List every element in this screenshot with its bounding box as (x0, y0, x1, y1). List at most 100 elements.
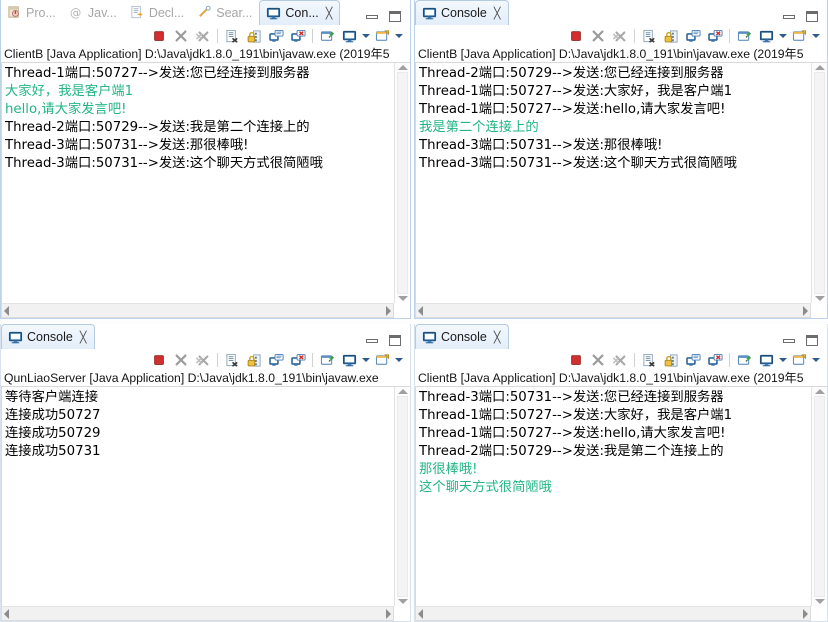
vertical-sash[interactable] (411, 0, 414, 622)
tab-console[interactable]: Console ╳ (1, 324, 95, 349)
vertical-scrollbar[interactable] (394, 63, 410, 303)
open-console-icon[interactable] (788, 350, 810, 370)
open-console-dropdown-icon[interactable] (810, 26, 821, 46)
open-console-dropdown-icon[interactable] (393, 26, 404, 46)
terminate-icon[interactable] (565, 350, 587, 370)
scroll-lock-icon[interactable] (243, 26, 265, 46)
minimize-button[interactable] (366, 335, 378, 346)
remove-launch-icon[interactable] (170, 26, 192, 46)
display-selected-console-dropdown-icon[interactable] (360, 26, 371, 46)
tab-console[interactable]: Con... ╳ (259, 0, 341, 25)
console-output-top-right[interactable]: Thread-2端口:50729-->发送:您已经连接到服务器 Thread-1… (416, 63, 811, 303)
scroll-right-icon[interactable] (803, 608, 808, 619)
open-console-dropdown-icon[interactable] (393, 350, 404, 370)
close-icon[interactable]: ╳ (494, 331, 501, 344)
display-selected-console-icon[interactable] (338, 26, 360, 46)
remove-all-terminated-icon[interactable] (192, 26, 214, 46)
open-console-icon[interactable] (371, 350, 393, 370)
maximize-button[interactable] (389, 335, 401, 346)
show-console-on-error-icon[interactable] (704, 26, 726, 46)
scroll-down-icon[interactable] (397, 296, 408, 301)
horizontal-scrollbar[interactable] (1, 606, 394, 621)
remove-launch-icon[interactable] (587, 26, 609, 46)
remove-all-terminated-icon[interactable] (192, 350, 214, 370)
scroll-left-icon[interactable] (4, 305, 9, 316)
scroll-left-icon[interactable] (418, 305, 423, 316)
scroll-left-icon[interactable] (4, 608, 9, 619)
scroll-up-icon[interactable] (814, 389, 825, 394)
display-selected-console-dropdown-icon[interactable] (360, 350, 371, 370)
scroll-track[interactable] (397, 72, 408, 294)
clear-console-icon[interactable] (221, 26, 243, 46)
display-selected-console-icon[interactable] (338, 350, 360, 370)
scroll-track[interactable] (814, 72, 825, 294)
close-icon[interactable]: ╳ (494, 7, 501, 20)
scroll-left-icon[interactable] (418, 608, 423, 619)
show-console-on-output-icon[interactable] (265, 26, 287, 46)
close-icon[interactable]: ╳ (80, 331, 87, 344)
close-icon[interactable]: ╳ (326, 7, 333, 20)
remove-launch-icon[interactable] (587, 350, 609, 370)
scroll-lock-icon[interactable] (660, 26, 682, 46)
minimize-button[interactable] (783, 335, 795, 346)
tab-search[interactable]: Sear... (191, 0, 259, 25)
horizontal-scrollbar[interactable] (415, 303, 811, 318)
minimize-button[interactable] (366, 11, 378, 22)
scroll-down-icon[interactable] (397, 599, 408, 604)
scroll-lock-icon[interactable] (660, 350, 682, 370)
scroll-right-icon[interactable] (803, 305, 808, 316)
terminate-icon[interactable] (148, 350, 170, 370)
minimize-button[interactable] (783, 11, 795, 22)
scroll-up-icon[interactable] (397, 389, 408, 394)
tab-declaration[interactable]: Decl... (124, 0, 191, 25)
horizontal-scrollbar[interactable] (1, 303, 394, 318)
vertical-scrollbar[interactable] (811, 63, 827, 303)
scroll-up-icon[interactable] (814, 65, 825, 70)
console-output-bottom-left[interactable]: 等待客户端连接 连接成功50727 连接成功50729 连接成功50731 (2, 387, 394, 606)
scroll-down-icon[interactable] (814, 599, 825, 604)
vertical-scrollbar[interactable] (394, 387, 410, 606)
open-console-icon[interactable] (371, 26, 393, 46)
scroll-track[interactable] (814, 396, 825, 597)
pin-console-icon[interactable] (733, 350, 755, 370)
display-selected-console-dropdown-icon[interactable] (777, 350, 788, 370)
display-selected-console-icon[interactable] (755, 26, 777, 46)
scroll-lock-icon[interactable] (243, 350, 265, 370)
maximize-button[interactable] (389, 11, 401, 22)
scroll-up-icon[interactable] (397, 65, 408, 70)
horizontal-scrollbar[interactable] (415, 606, 811, 621)
scroll-right-icon[interactable] (386, 305, 391, 316)
console-output-bottom-right[interactable]: Thread-3端口:50731-->发送:您已经连接到服务器 Thread-1… (416, 387, 811, 606)
scroll-right-icon[interactable] (386, 608, 391, 619)
show-console-on-output-icon[interactable] (682, 350, 704, 370)
tab-javadoc[interactable]: @ Jav... (63, 0, 124, 25)
pin-console-icon[interactable] (733, 26, 755, 46)
show-console-on-error-icon[interactable] (287, 350, 309, 370)
display-selected-console-icon[interactable] (755, 350, 777, 370)
scroll-track[interactable] (397, 396, 408, 597)
tab-console[interactable]: Console ╳ (415, 0, 509, 25)
remove-all-terminated-icon[interactable] (609, 350, 631, 370)
maximize-button[interactable] (806, 11, 818, 22)
clear-console-icon[interactable] (638, 350, 660, 370)
remove-launch-icon[interactable] (170, 350, 192, 370)
pin-console-icon[interactable] (316, 26, 338, 46)
horizontal-sash[interactable] (0, 319, 828, 324)
pin-console-icon[interactable] (316, 350, 338, 370)
clear-console-icon[interactable] (221, 350, 243, 370)
open-console-dropdown-icon[interactable] (810, 350, 821, 370)
remove-all-terminated-icon[interactable] (609, 26, 631, 46)
display-selected-console-dropdown-icon[interactable] (777, 26, 788, 46)
vertical-scrollbar[interactable] (811, 387, 827, 606)
show-console-on-output-icon[interactable] (682, 26, 704, 46)
show-console-on-error-icon[interactable] (704, 350, 726, 370)
show-console-on-output-icon[interactable] (265, 350, 287, 370)
show-console-on-error-icon[interactable] (287, 26, 309, 46)
open-console-icon[interactable] (788, 26, 810, 46)
maximize-button[interactable] (806, 335, 818, 346)
terminate-icon[interactable] (148, 26, 170, 46)
terminate-icon[interactable] (565, 26, 587, 46)
scroll-down-icon[interactable] (814, 296, 825, 301)
console-output-top-left[interactable]: Thread-1端口:50727-->发送:您已经连接到服务器 大家好，我是客户… (2, 63, 394, 303)
tab-console[interactable]: Console ╳ (415, 324, 509, 349)
